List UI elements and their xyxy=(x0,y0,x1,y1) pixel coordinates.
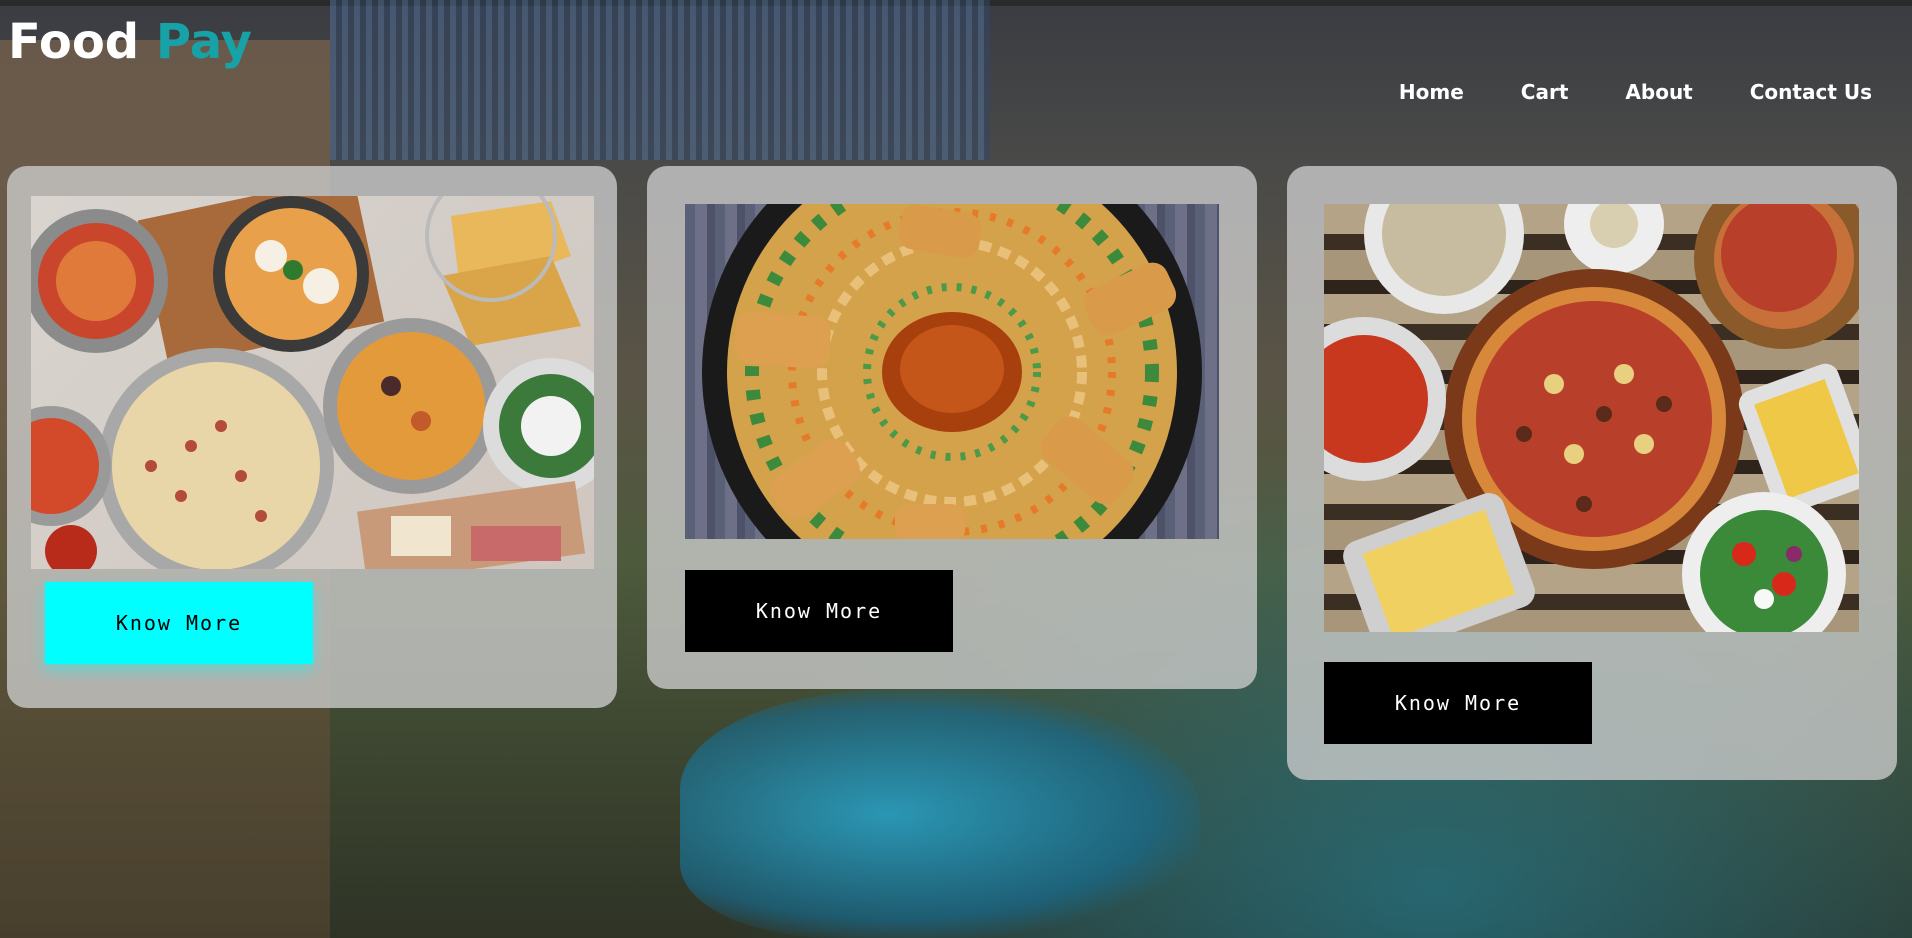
food-card-3: Know More xyxy=(1287,166,1897,780)
main-nav: Home Cart About Contact Us xyxy=(1342,80,1872,104)
know-more-button-3[interactable]: Know More xyxy=(1324,662,1592,744)
nav-cart[interactable]: Cart xyxy=(1521,80,1569,104)
brand-logo[interactable]: Food Pay xyxy=(8,14,252,70)
nav-about[interactable]: About xyxy=(1625,80,1692,104)
know-more-button-2[interactable]: Know More xyxy=(685,570,953,652)
nav-home[interactable]: Home xyxy=(1399,80,1464,104)
background-pool xyxy=(680,690,1200,938)
food-spread-image xyxy=(31,196,594,569)
nav-contact-us[interactable]: Contact Us xyxy=(1750,80,1872,104)
food-card-1: Know More xyxy=(7,166,617,708)
pizza-table-image xyxy=(1324,204,1859,632)
noodle-platter-illustration xyxy=(702,204,1202,539)
food-spread-illustration xyxy=(31,196,594,569)
food-card-2: Know More xyxy=(647,166,1257,689)
pizza-table-illustration xyxy=(1324,204,1859,632)
brand-name-accent: Pay xyxy=(155,14,252,70)
brand-name-first: Food xyxy=(8,14,140,70)
know-more-button-1[interactable]: Know More xyxy=(45,582,313,664)
noodle-platter-image xyxy=(685,204,1219,539)
site-header: Food Pay Home Cart About Contact Us xyxy=(0,6,1912,156)
